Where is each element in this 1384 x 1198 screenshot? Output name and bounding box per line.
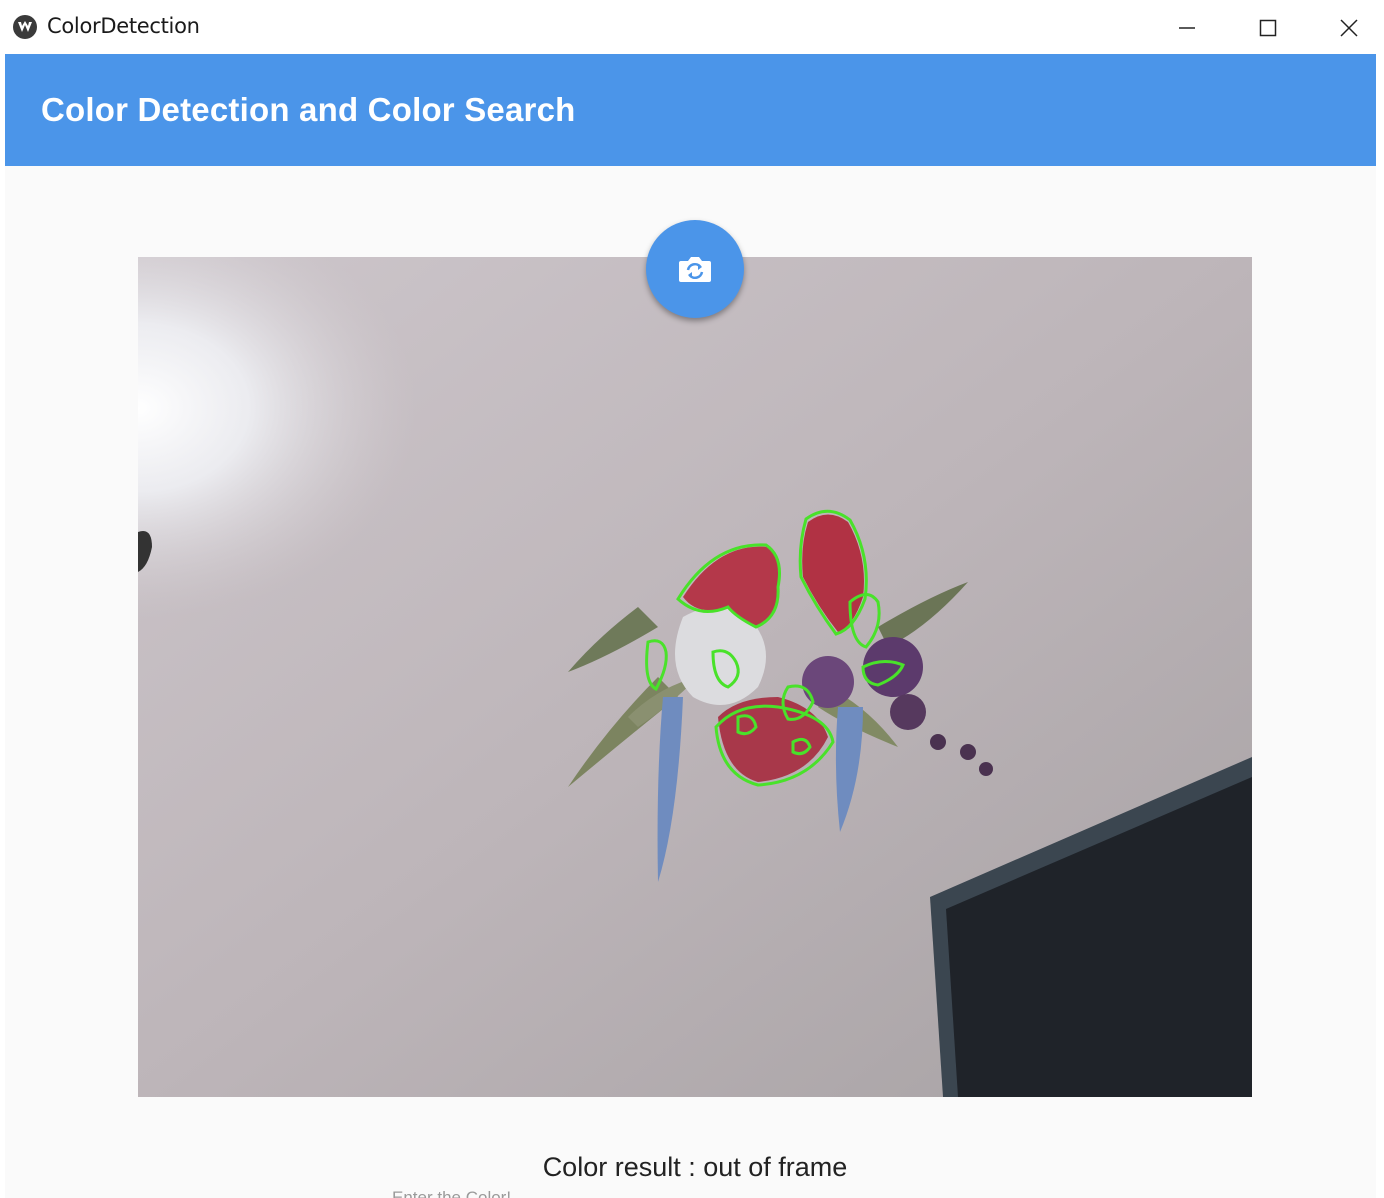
title-bar: ColorDetection bbox=[0, 0, 1384, 54]
close-icon bbox=[1340, 19, 1358, 37]
window-title: ColorDetection bbox=[47, 14, 200, 38]
app-logo-icon bbox=[13, 15, 37, 39]
minimize-button[interactable] bbox=[1165, 8, 1209, 48]
maximize-icon bbox=[1259, 19, 1277, 37]
app-header-bar: Color Detection and Color Search bbox=[5, 54, 1376, 166]
color-search-input[interactable] bbox=[380, 1183, 1012, 1198]
camera-frame-image bbox=[138, 257, 1252, 1097]
page-title: Color Detection and Color Search bbox=[41, 91, 576, 128]
minimize-icon bbox=[1179, 27, 1195, 29]
camera-preview bbox=[138, 257, 1252, 1097]
color-result-label: Color result : out of frame bbox=[542, 1152, 848, 1182]
close-button[interactable] bbox=[1327, 8, 1371, 48]
maximize-button[interactable] bbox=[1246, 8, 1290, 48]
switch-camera-button[interactable] bbox=[646, 220, 744, 318]
app-window: ColorDetection Color Detection and Color… bbox=[0, 0, 1384, 1198]
camera-switch-icon bbox=[679, 257, 711, 282]
